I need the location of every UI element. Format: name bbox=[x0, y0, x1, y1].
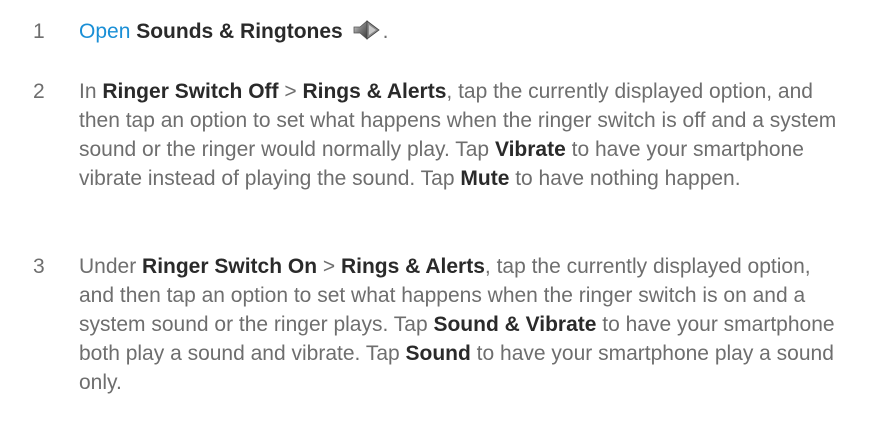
text-run: In bbox=[79, 80, 103, 103]
step-number: 2 bbox=[33, 80, 45, 103]
instruction-steps: 1 Open Sounds & Ringtones . 2 In Ringer … bbox=[0, 0, 871, 422]
step-text: Under Ringer Switch On > Rings & Alerts,… bbox=[79, 252, 849, 397]
ringer-switch-off-label: Ringer Switch Off bbox=[102, 80, 279, 103]
vibrate-option-label: Vibrate bbox=[494, 138, 566, 161]
text-run: > bbox=[278, 80, 303, 103]
sounds-ringtones-speaker-icon bbox=[351, 19, 383, 41]
text-run: Under bbox=[79, 255, 143, 278]
sound-vibrate-option-label: Sound & Vibrate bbox=[433, 313, 597, 336]
step-number: 1 bbox=[33, 20, 45, 43]
rings-alerts-label: Rings & Alerts bbox=[302, 80, 447, 103]
sounds-ringtones-title: Sounds & Ringtones bbox=[136, 20, 343, 43]
ringer-switch-on-label: Ringer Switch On bbox=[142, 255, 318, 278]
text-run: > bbox=[317, 255, 341, 278]
step-text: Open Sounds & Ringtones . bbox=[79, 17, 849, 46]
step-1-period: . bbox=[382, 20, 389, 43]
text-run: to have nothing happen. bbox=[509, 167, 741, 190]
sound-option-label: Sound bbox=[405, 342, 471, 365]
open-link[interactable]: Open bbox=[79, 20, 130, 43]
step-number: 3 bbox=[33, 255, 45, 278]
mute-option-label: Mute bbox=[460, 167, 510, 190]
rings-alerts-label: Rings & Alerts bbox=[340, 255, 485, 278]
step-text: In Ringer Switch Off > Rings & Alerts, t… bbox=[79, 77, 849, 193]
